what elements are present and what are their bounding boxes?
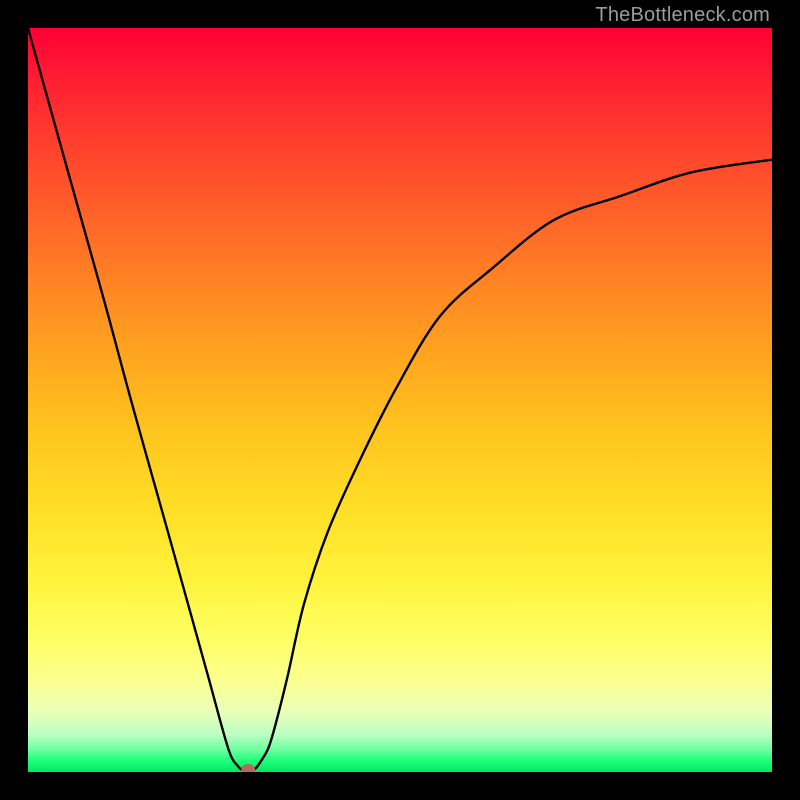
bottleneck-curve — [28, 28, 772, 772]
curve-layer — [28, 28, 772, 772]
minimum-marker — [241, 764, 255, 772]
watermark-label: TheBottleneck.com — [595, 4, 770, 27]
chart-frame: TheBottleneck.com — [0, 0, 800, 800]
plot-area — [28, 28, 772, 772]
